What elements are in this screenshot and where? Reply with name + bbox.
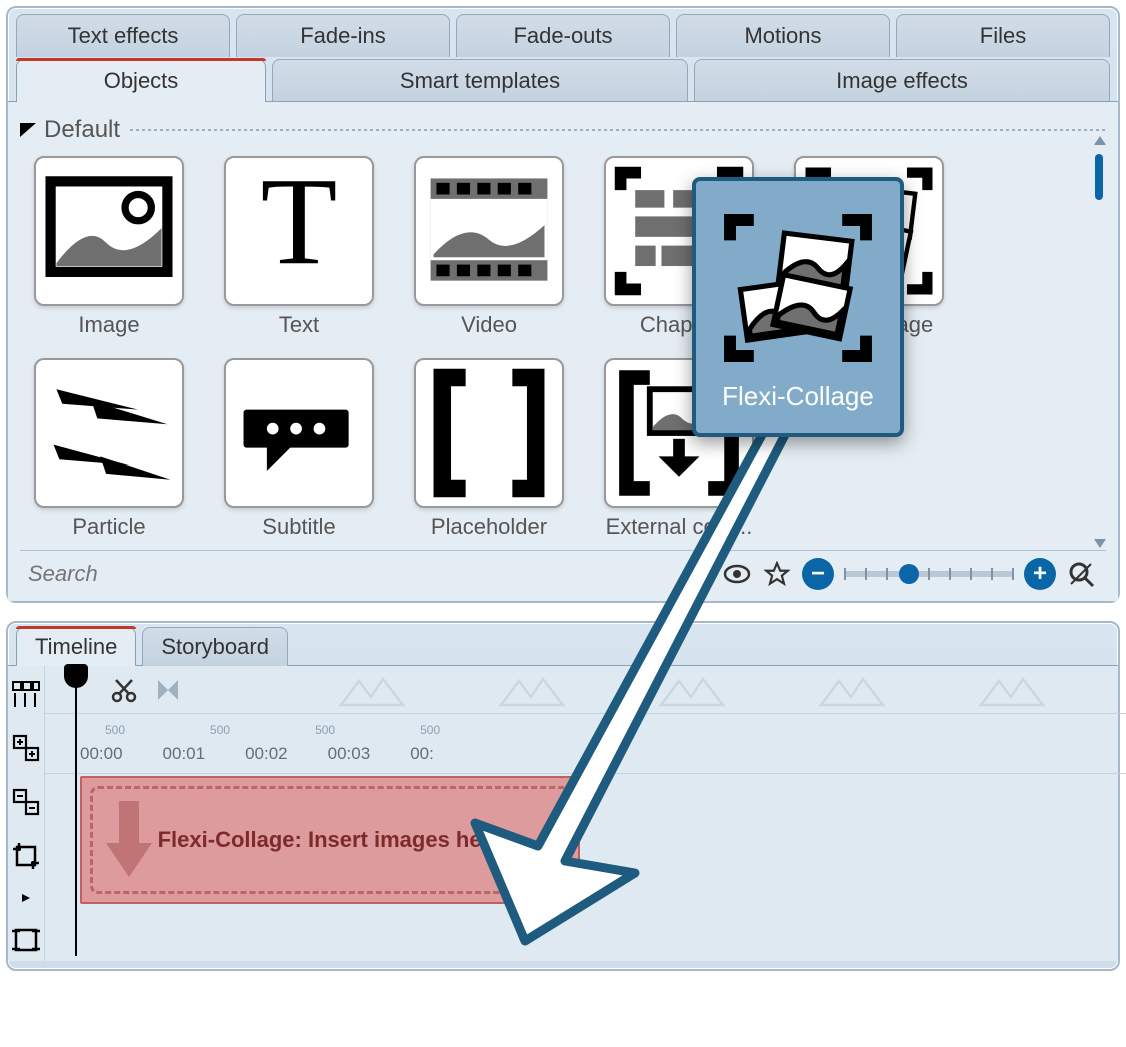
- remove-track-icon[interactable]: [8, 784, 44, 820]
- tab-text-effects[interactable]: Text effects: [16, 14, 230, 57]
- crop-icon[interactable]: [8, 838, 44, 874]
- object-label: Image: [24, 312, 194, 338]
- video-icon: [414, 156, 564, 306]
- object-label: Particle: [24, 514, 194, 540]
- bounds-icon[interactable]: [8, 922, 44, 958]
- svg-text:T: T: [261, 158, 338, 291]
- subtitle-icon: [224, 358, 374, 508]
- object-label: Subtitle: [214, 514, 384, 540]
- ruler-label: 00:02: [245, 744, 288, 764]
- marker-icon[interactable]: [153, 675, 183, 705]
- tab-objects[interactable]: Objects: [16, 59, 266, 102]
- zoom-slider-knob[interactable]: [899, 564, 919, 584]
- tab-files[interactable]: Files: [896, 14, 1110, 57]
- particle-icon: [34, 358, 184, 508]
- object-label: Text: [214, 312, 384, 338]
- ruler-label: 00:03: [328, 744, 371, 764]
- tab-fade-ins[interactable]: Fade-ins: [236, 14, 450, 57]
- object-label: Video: [404, 312, 574, 338]
- tab-row-lower: Objects Smart templates Image effects: [8, 57, 1118, 102]
- drop-arrow-icon: [104, 797, 154, 883]
- dragged-flexi-collage[interactable]: Flexi-Collage: [692, 177, 904, 437]
- scroll-up-icon: [1094, 136, 1106, 145]
- zoom-slider[interactable]: [844, 571, 1014, 577]
- object-item-subtitle[interactable]: Subtitle: [214, 358, 384, 540]
- object-item-text[interactable]: T Text: [214, 156, 384, 338]
- ruler-minor: 500: [210, 723, 230, 737]
- tab-motions[interactable]: Motions: [676, 14, 890, 57]
- object-item-particle[interactable]: Particle: [24, 358, 194, 540]
- section-divider: [130, 129, 1106, 131]
- collapse-icon: [20, 123, 36, 137]
- playhead[interactable]: [75, 666, 77, 956]
- tab-storyboard[interactable]: Storyboard: [142, 627, 288, 666]
- zoom-in-button[interactable]: +: [1024, 558, 1056, 590]
- tab-row-upper: Text effects Fade-ins Fade-outs Motions …: [8, 12, 1118, 57]
- add-track-icon[interactable]: [8, 730, 44, 766]
- object-scrollbar[interactable]: [1092, 154, 1106, 544]
- scroll-down-icon: [1094, 539, 1106, 548]
- zoom-fit-icon[interactable]: [1066, 559, 1096, 589]
- expand-icon[interactable]: [8, 892, 44, 904]
- ruler-label: 00:01: [163, 744, 206, 764]
- tracks-tool-icon[interactable]: [8, 676, 44, 712]
- tab-image-effects[interactable]: Image effects: [694, 59, 1110, 102]
- object-item-image[interactable]: Image: [24, 156, 194, 338]
- scroll-thumb[interactable]: [1095, 154, 1103, 200]
- ruler-minor: 500: [315, 723, 335, 737]
- text-icon: T: [224, 156, 374, 306]
- tab-fade-outs[interactable]: Fade-outs: [456, 14, 670, 57]
- scissors-icon[interactable]: [109, 675, 139, 705]
- ruler-label: 00:00: [80, 744, 123, 764]
- flexi-collage-icon: [713, 203, 883, 373]
- drag-label: Flexi-Collage: [722, 381, 874, 412]
- tab-timeline[interactable]: Timeline: [16, 627, 136, 666]
- tab-smart-templates[interactable]: Smart templates: [272, 59, 688, 102]
- ruler-minor: 500: [105, 723, 125, 737]
- timeline-tools: [8, 666, 45, 961]
- section-title: Default: [44, 116, 120, 144]
- section-header[interactable]: Default: [20, 116, 1106, 144]
- image-icon: [34, 156, 184, 306]
- object-item-video[interactable]: Video: [404, 156, 574, 338]
- instruction-arrow-icon: [430, 386, 850, 946]
